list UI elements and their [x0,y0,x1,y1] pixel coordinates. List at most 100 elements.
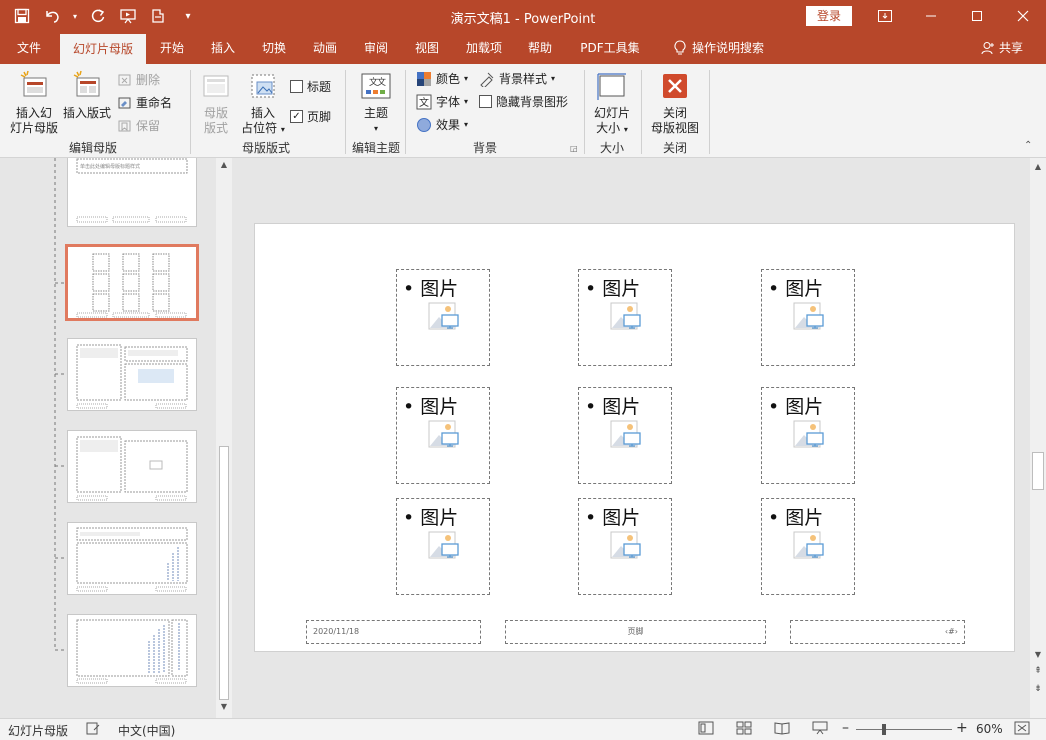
slideshow-icon[interactable] [812,721,828,738]
insert-picture-icon[interactable] [610,420,642,453]
zoom-slider[interactable] [856,729,952,730]
scroll-down-icon[interactable]: ▼ [1030,650,1046,659]
language-label[interactable]: 中文(中国) [118,722,175,739]
previous-slide-icon[interactable]: ⇞ [1030,666,1046,676]
insert-layout-button[interactable]: 插入版式 [62,70,112,121]
tab-review[interactable]: 审阅 [354,32,398,64]
effects-button[interactable]: 效果 ▾ [416,116,468,133]
fonts-button[interactable]: 文 字体 ▾ [416,93,468,110]
status-bar: 幻灯片母版 中文(中国) – + 60% [0,718,1046,740]
tab-addins[interactable]: 加载项 [458,32,510,64]
picture-placeholder[interactable]: • 图片 [761,498,855,595]
picture-placeholder[interactable]: • 图片 [761,269,855,366]
title-checkbox[interactable]: 标题 [290,78,331,95]
picture-placeholder[interactable]: • 图片 [396,498,490,595]
placeholder-label: • 图片 [768,507,824,529]
fonts-label: 字体 [436,95,461,109]
tab-view[interactable]: 视图 [405,32,449,64]
zoom-in-button[interactable]: + [956,720,968,736]
themes-label: 主题 [363,106,388,120]
tab-home[interactable]: 开始 [150,32,194,64]
main-scroll-thumb[interactable] [1032,452,1044,490]
background-styles-label: 背景样式 [499,72,548,86]
zoom-level-label[interactable]: 60% [976,722,1003,736]
dialog-launcher-icon[interactable]: ◲ [570,144,578,153]
scroll-up-icon[interactable]: ▲ [216,160,232,174]
insert-picture-icon[interactable] [428,420,460,453]
tab-animations[interactable]: 动画 [303,32,347,64]
slide-canvas[interactable]: • 图片 • 图片 • 图片 • 图片 • 图片 • 图片 • 图片 • 图片 • 图片 202… [254,223,1015,652]
insert-picture-icon[interactable] [610,302,642,335]
thumbnail-layout-picture-caption[interactable] [67,338,197,411]
minimize-icon[interactable] [908,0,954,32]
login-button[interactable]: 登录 [806,6,852,26]
zoom-slider-thumb[interactable] [882,724,886,735]
slide-sorter-icon[interactable] [736,721,752,738]
collapse-ribbon-icon[interactable]: ⌃ [1024,140,1032,151]
insert-slide-master-button[interactable]: 插入幻 灯片母版 [8,70,60,136]
scroll-up-icon[interactable]: ▲ [1030,162,1046,171]
colors-button[interactable]: 颜色 ▾ [416,70,468,87]
picture-placeholder[interactable]: • 图片 [578,498,672,595]
insert-picture-icon[interactable] [793,420,825,453]
footer-checkbox[interactable]: ✓ 页脚 [290,108,331,125]
placeholder-label: • 图片 [403,507,459,529]
picture-placeholder[interactable]: • 图片 [396,269,490,366]
tab-help[interactable]: 帮助 [518,32,562,64]
thumbnail-layout-title-only[interactable]: 单击此处编辑母版标题样式 [67,158,197,227]
tab-slide-master[interactable]: 幻灯片母版 [60,34,146,64]
tab-pdf-tools[interactable]: PDF工具集 [572,32,648,64]
tab-insert[interactable]: 插入 [201,32,245,64]
fit-to-window-icon[interactable] [1014,721,1030,738]
footer-checkbox-box[interactable]: ✓ [290,110,303,123]
reading-view-icon[interactable] [774,721,790,738]
insert-picture-icon[interactable] [428,302,460,335]
share-button[interactable]: 共享 [974,32,1030,64]
thumbnail-layout-content-caption[interactable] [67,430,197,503]
insert-picture-icon[interactable] [793,531,825,564]
ribbon-display-options-icon[interactable] [862,0,908,32]
thumbnail-layout-vertical-text[interactable] [67,522,197,595]
main-scrollbar[interactable]: ▲ ▼ ⇞ ⇟ [1030,158,1046,718]
thumbnail-layout-vertical-title-text[interactable] [67,614,197,687]
tab-file[interactable]: 文件 [6,32,52,64]
insert-picture-icon[interactable] [793,302,825,335]
rename-button[interactable]: 重命名 [118,94,172,111]
themes-button[interactable]: 文文 主题 ▾ [353,70,399,136]
accessibility-icon[interactable] [86,721,100,738]
picture-placeholder[interactable]: • 图片 [396,387,490,484]
delete-button[interactable]: 删除 [118,71,160,88]
footer-date-placeholder[interactable]: 2020/11/18 [306,620,481,644]
slide-size-button[interactable]: 幻灯片 大小 ▾ [588,70,636,137]
ribbon: 插入幻 灯片母版 插入版式 删除 重命名 保留 编辑母版 母版 版式 插入 占位… [0,64,1046,158]
footer-number-placeholder[interactable]: ‹#› [790,620,965,644]
footer-text-placeholder[interactable]: 页脚 [505,620,766,644]
master-layout-icon [203,75,229,97]
insert-picture-icon[interactable] [610,531,642,564]
title-checkbox-box[interactable] [290,80,303,93]
thumbnail-layout-selected[interactable] [65,244,199,321]
picture-placeholder[interactable]: • 图片 [761,387,855,484]
background-styles-button[interactable]: 背景样式 ▾ [479,70,555,87]
master-layout-button[interactable]: 母版 版式 [196,70,236,136]
rename-icon [118,97,131,108]
picture-placeholder[interactable]: • 图片 [578,387,672,484]
hide-background-graphics-box[interactable] [479,95,492,108]
next-slide-icon[interactable]: ⇟ [1030,684,1046,694]
thumbnail-scroll-thumb[interactable] [219,446,229,700]
hide-background-graphics-checkbox[interactable]: 隐藏背景图形 [479,93,568,110]
preserve-button[interactable]: 保留 [118,117,160,134]
thumbnail-scrollbar[interactable]: ▲ ▼ [216,158,232,718]
insert-picture-icon[interactable] [428,531,460,564]
normal-view-icon[interactable] [698,721,714,738]
insert-placeholder-button[interactable]: 插入 占位符 ▾ [238,70,288,137]
maximize-icon[interactable] [954,0,1000,32]
tell-me-search[interactable]: 操作说明搜索 [664,32,774,64]
insert-placeholder-icon [251,74,275,98]
scroll-down-icon[interactable]: ▼ [216,702,232,716]
tab-transitions[interactable]: 切换 [252,32,296,64]
close-window-icon[interactable] [1000,0,1046,32]
zoom-out-button[interactable]: – [842,720,849,736]
close-master-view-button[interactable]: 关闭 母版视图 [647,70,703,136]
picture-placeholder[interactable]: • 图片 [578,269,672,366]
